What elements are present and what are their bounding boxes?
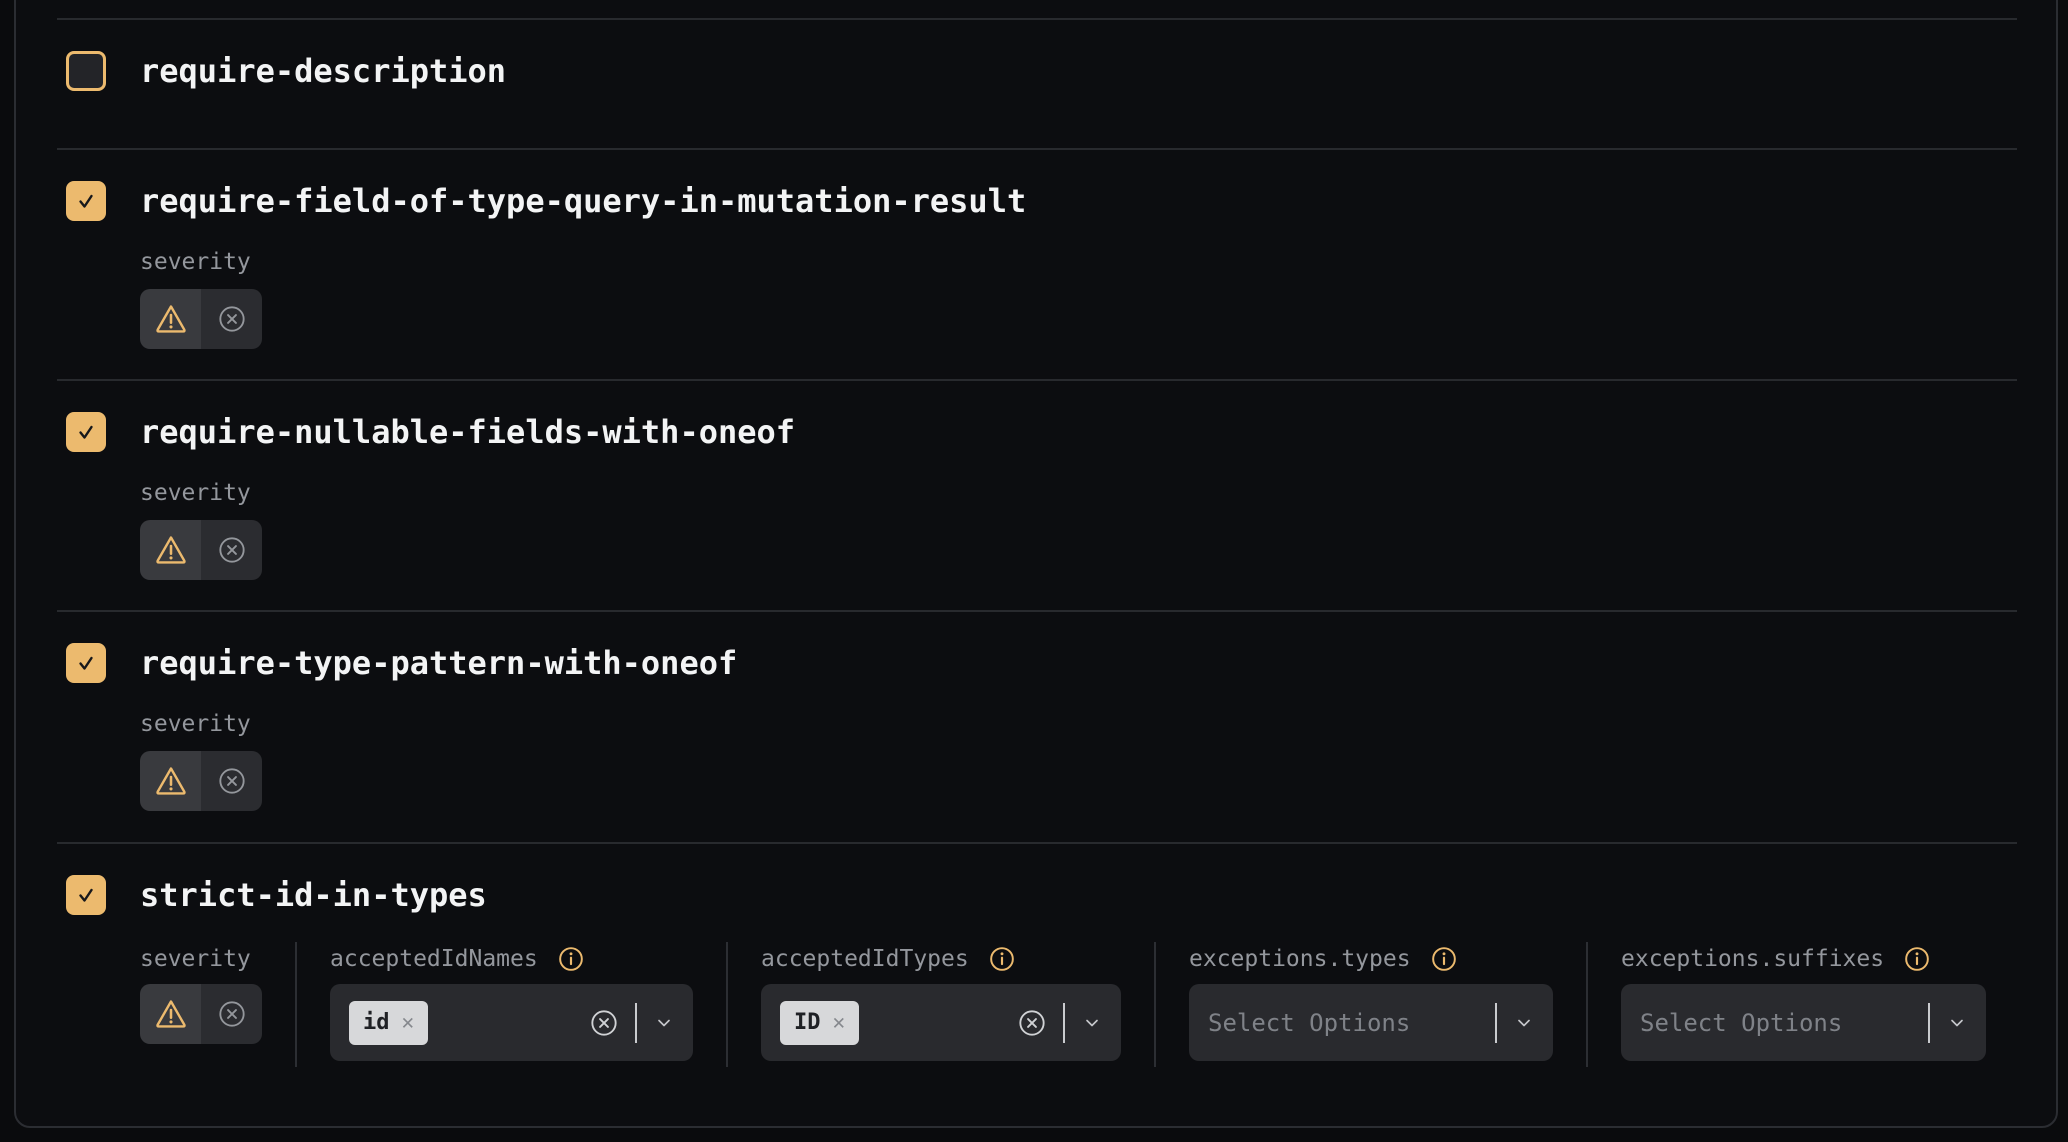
x-icon[interactable]: ✕: [402, 1012, 415, 1033]
check-icon: [74, 651, 98, 675]
severity-warn-button[interactable]: [140, 289, 201, 349]
severity-off-button[interactable]: [201, 984, 262, 1044]
circle-x-icon: [218, 305, 246, 333]
circle-x-clear-icon[interactable]: [1018, 1009, 1046, 1037]
option-column-exceptions-suffixes: exceptions.suffixes Select Options: [1621, 942, 1986, 1067]
option-column-exceptions-types: exceptions.types Select Options: [1189, 942, 1588, 1067]
field-label: acceptedIdTypes: [761, 947, 969, 971]
chip-label: ID: [794, 1010, 821, 1035]
check-icon: [74, 189, 98, 213]
severity-off-button[interactable]: [201, 520, 262, 580]
rule-title: require-nullable-fields-with-oneof: [140, 412, 795, 452]
rule-row-require-field-of-type-query-in-mutation-result: require-field-of-type-query-in-mutation-…: [57, 148, 2017, 379]
rule-title: strict-id-in-types: [140, 875, 487, 915]
info-icon[interactable]: [1431, 946, 1457, 972]
select-placeholder: Select Options: [1208, 1009, 1410, 1037]
severity-warn-button[interactable]: [140, 984, 201, 1044]
circle-x-icon: [218, 767, 246, 795]
severity-label: severity: [140, 712, 2017, 736]
circle-x-clear-icon[interactable]: [590, 1009, 618, 1037]
select-divider: [1495, 1003, 1497, 1043]
chevron-down-icon[interactable]: [1080, 1013, 1104, 1033]
rule-checkbox-checked[interactable]: [66, 875, 106, 915]
rule-row-strict-id-in-types: strict-id-in-types severity: [57, 842, 2017, 1121]
rule-row-require-type-pattern-with-oneof: require-type-pattern-with-oneof severity: [57, 610, 2017, 842]
x-icon[interactable]: ✕: [833, 1012, 846, 1033]
rule-checkbox-checked[interactable]: [66, 181, 106, 221]
warning-triangle-icon: [154, 764, 188, 798]
multiselect-exceptions-suffixes[interactable]: Select Options: [1621, 984, 1986, 1061]
circle-x-icon: [218, 536, 246, 564]
multiselect-exceptions-types[interactable]: Select Options: [1189, 984, 1553, 1061]
severity-off-button[interactable]: [201, 289, 262, 349]
info-icon[interactable]: [558, 946, 584, 972]
rule-checkbox-checked[interactable]: [66, 643, 106, 683]
rule-row-require-description: require-description: [57, 18, 2017, 148]
select-divider: [1063, 1003, 1065, 1043]
warning-triangle-icon: [154, 997, 188, 1031]
severity-warn-button[interactable]: [140, 520, 201, 580]
warning-triangle-icon: [154, 302, 188, 336]
chevron-down-icon[interactable]: [1945, 1013, 1969, 1033]
multiselect-acceptedIdTypes[interactable]: ID ✕: [761, 984, 1121, 1061]
severity-label: severity: [140, 250, 2017, 274]
option-column-severity: severity: [140, 942, 297, 1067]
check-icon: [74, 883, 98, 907]
severity-label: severity: [140, 947, 251, 971]
rule-checkbox-checked[interactable]: [66, 412, 106, 452]
rules-panel: require-description require-field-of-typ…: [14, 0, 2058, 1128]
select-divider: [635, 1003, 637, 1043]
warning-triangle-icon: [154, 533, 188, 567]
info-icon[interactable]: [1904, 946, 1930, 972]
chevron-down-icon[interactable]: [652, 1013, 676, 1033]
circle-x-icon: [218, 1000, 246, 1028]
selected-chip[interactable]: id ✕: [349, 1001, 428, 1045]
severity-toggle: [140, 289, 262, 349]
rule-title: require-type-pattern-with-oneof: [140, 643, 737, 683]
severity-off-button[interactable]: [201, 751, 262, 811]
severity-toggle: [140, 751, 262, 811]
rule-checkbox-unchecked[interactable]: [66, 51, 106, 91]
chip-label: id: [363, 1010, 390, 1035]
severity-warn-button[interactable]: [140, 751, 201, 811]
field-label: exceptions.suffixes: [1621, 947, 1884, 971]
option-column-acceptedIdTypes: acceptedIdTypes ID ✕: [761, 942, 1156, 1067]
rule-row-require-nullable-fields-with-oneof: require-nullable-fields-with-oneof sever…: [57, 379, 2017, 610]
multiselect-acceptedIdNames[interactable]: id ✕: [330, 984, 693, 1061]
check-icon: [74, 420, 98, 444]
chevron-down-icon[interactable]: [1512, 1013, 1536, 1033]
select-divider: [1928, 1003, 1930, 1043]
option-column-acceptedIdNames: acceptedIdNames id ✕: [330, 942, 728, 1067]
selected-chip[interactable]: ID ✕: [780, 1001, 859, 1045]
severity-label: severity: [140, 481, 2017, 505]
rule-title: require-description: [140, 51, 506, 91]
field-label: exceptions.types: [1189, 947, 1411, 971]
severity-toggle: [140, 984, 262, 1044]
severity-toggle: [140, 520, 262, 580]
rule-title: require-field-of-type-query-in-mutation-…: [140, 181, 1026, 221]
info-icon[interactable]: [989, 946, 1015, 972]
select-placeholder: Select Options: [1640, 1009, 1842, 1037]
field-label: acceptedIdNames: [330, 947, 538, 971]
